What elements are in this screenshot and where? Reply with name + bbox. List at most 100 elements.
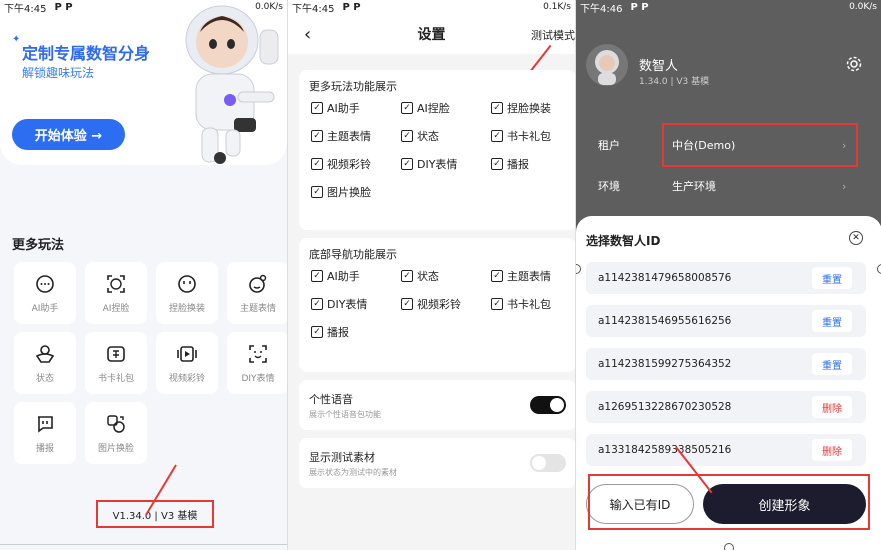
environment-value: 生产环境 [672, 180, 716, 193]
delete-button[interactable]: 删除 [812, 396, 852, 418]
checkbox-status[interactable]: ✓ 状态 [401, 128, 491, 144]
status-app-icons: P P [630, 1, 649, 13]
reset-button[interactable]: 重置 [812, 310, 852, 332]
selection-handle [877, 264, 881, 274]
checkbox-image-face-swap[interactable]: ✓ 图片换脸 [311, 184, 401, 200]
id-value: a1142381546955616256 [598, 315, 732, 327]
status-time: 下午4:45 [292, 3, 335, 15]
checkbox-gift-card[interactable]: ✓ 书卡礼包 [491, 128, 575, 144]
feature-tile-label: 状态 [35, 373, 54, 384]
feature-tile-gift-card[interactable]: 书卡礼包 [85, 332, 147, 394]
id-row[interactable]: a1142381599275364352 重置 [586, 348, 866, 380]
settings-screen: 下午4:45 P P 0.1K/s ‹ 设置 测试模式 更多玩法功能展示 ✓ AI… [287, 0, 575, 550]
checkbox-theme-emoji[interactable]: ✓ 主题表情 [491, 268, 575, 284]
checkbox-face-dressup[interactable]: ✓ 捏脸换装 [491, 100, 575, 116]
delete-button[interactable]: 删除 [812, 439, 852, 461]
check-icon: ✓ [491, 130, 503, 142]
checkbox-label: 状态 [417, 130, 439, 143]
checkbox-diy-emoji[interactable]: ✓ DIY表情 [401, 156, 491, 172]
checkbox-gift-card[interactable]: ✓ 书卡礼包 [491, 296, 575, 312]
feature-tile-status[interactable]: 状态 [14, 332, 76, 394]
test-material-toggle[interactable] [530, 454, 566, 472]
start-experience-button[interactable]: 开始体验 → [12, 119, 125, 150]
checkbox-label: 视频彩铃 [327, 158, 371, 171]
sticker-icon [247, 343, 269, 365]
checkbox-label: 图片换脸 [327, 186, 371, 199]
chat-bubble-icon [34, 273, 56, 295]
id-value: a1331842589338505216 [598, 444, 732, 456]
id-value: a1269513228670230528 [598, 401, 732, 413]
close-icon[interactable]: ✕ [849, 231, 863, 245]
feature-tile-broadcast[interactable]: 播报 [14, 402, 76, 464]
reset-button[interactable]: 重置 [812, 267, 852, 289]
checkbox-label: 书卡礼包 [507, 298, 551, 311]
reset-button[interactable]: 重置 [812, 353, 852, 375]
tenant-label: 租户 [598, 139, 620, 152]
checkbox-label: 状态 [417, 270, 439, 283]
id-row[interactable]: a1331842589338505216 删除 [586, 434, 866, 466]
gear-icon[interactable] [846, 56, 862, 76]
more-features-card: 更多玩法功能展示 ✓ AI助手 ✓ AI捏脸 ✓ 捏脸换装 ✓ 主题表情 ✓ 状态 ✓ 书卡… [299, 70, 575, 230]
annotation-box [662, 123, 858, 167]
voice-setting-card: 个性语音 展示个性语音包功能 [299, 380, 575, 430]
status-time: 下午4:45 [4, 3, 47, 15]
voice-setting-row: 个性语音 展示个性语音包功能 [299, 380, 575, 430]
id-row[interactable]: a1142381479658008576 重置 [586, 262, 866, 294]
checkbox-video-ringtone[interactable]: ✓ 视频彩铃 [401, 296, 491, 312]
checkbox-status[interactable]: ✓ 状态 [401, 268, 491, 284]
test-material-text: 显示测试素材 展示状态为测试中的素材 [309, 449, 397, 478]
feature-tile-label: 视频彩铃 [168, 373, 205, 384]
feature-tile-ai-assistant[interactable]: AI助手 [14, 262, 76, 324]
status-app-icons: P P [54, 1, 73, 13]
feature-tile-image-face-swap[interactable]: 图片换脸 [85, 402, 147, 464]
id-row[interactable]: a1142381546955616256 重置 [586, 305, 866, 337]
toggle-knob [532, 456, 546, 470]
status-network: 0.1K/s [543, 2, 571, 12]
voice-setting-text: 个性语音 展示个性语音包功能 [309, 391, 381, 420]
check-icon: ✓ [311, 102, 323, 114]
feature-tile-ai-face[interactable]: AI捏脸 [85, 262, 147, 324]
setting-subtitle: 展示状态为测试中的素材 [309, 467, 397, 477]
face-scan-icon [105, 273, 127, 295]
id-row[interactable]: a1269513228670230528 删除 [586, 391, 866, 423]
checkbox-label: 播报 [327, 326, 349, 339]
face-icon [176, 273, 198, 295]
feature-tile-label: 图片换脸 [97, 443, 134, 454]
feature-tile-diy-emoji[interactable]: DIY表情 [227, 332, 287, 394]
video-icon [176, 343, 198, 365]
checkbox-ai-assistant[interactable]: ✓ AI助手 [311, 268, 401, 284]
feature-tile-video-ringtone[interactable]: 视频彩铃 [156, 332, 218, 394]
environment-row[interactable]: 环境 生产环境 › [576, 166, 881, 206]
check-icon: ✓ [401, 270, 413, 282]
bottom-nav-bar [0, 544, 287, 550]
bottom-nav-card: 底部导航功能展示 ✓ AI助手 ✓ 状态 ✓ 主题表情 ✓ DIY表情 ✓ 视频彩铃 ✓ 书… [299, 238, 575, 372]
checkbox-label: DIY表情 [327, 298, 368, 311]
gift-card-icon [105, 343, 127, 365]
card-title: 更多玩法功能展示 [309, 80, 397, 93]
back-arrow-icon[interactable]: ‹ [304, 24, 311, 45]
card-title: 底部导航功能展示 [309, 248, 397, 261]
checkbox-video-ringtone[interactable]: ✓ 视频彩铃 [311, 156, 401, 172]
feature-grid: AI助手 AI捏脸 捏脸换装 主题表情 状态 书卡礼包 视频彩铃 DIY表情 播… [14, 262, 287, 464]
broadcast-icon [34, 413, 56, 435]
checkbox-ai-assistant[interactable]: ✓ AI助手 [311, 100, 401, 116]
feature-tile-theme-emoji[interactable]: 主题表情 [227, 262, 287, 324]
checkbox-label: DIY表情 [417, 158, 458, 171]
status-app-icons: P P [342, 1, 361, 13]
checkbox-broadcast[interactable]: ✓ 播报 [311, 324, 401, 340]
test-mode-button[interactable]: 测试模式 [531, 27, 575, 43]
setting-title: 显示测试素材 [309, 450, 375, 464]
check-icon: ✓ [491, 270, 503, 282]
checkbox-diy-emoji[interactable]: ✓ DIY表情 [311, 296, 401, 312]
version-label: V1.34.0 | V3 基模 [96, 500, 214, 528]
checkbox-label: AI捏脸 [417, 102, 450, 115]
feature-tile-face-dressup[interactable]: 捏脸换装 [156, 262, 218, 324]
checkbox-broadcast[interactable]: ✓ 播报 [491, 156, 575, 172]
checkbox-theme-emoji[interactable]: ✓ 主题表情 [311, 128, 401, 144]
feature-tile-label: 捏脸换装 [168, 303, 205, 314]
voice-toggle[interactable] [530, 396, 566, 414]
checkbox-ai-face[interactable]: ✓ AI捏脸 [401, 100, 491, 116]
checkbox-label: 播报 [507, 158, 529, 171]
check-icon: ✓ [491, 158, 503, 170]
selection-handle [724, 543, 734, 550]
